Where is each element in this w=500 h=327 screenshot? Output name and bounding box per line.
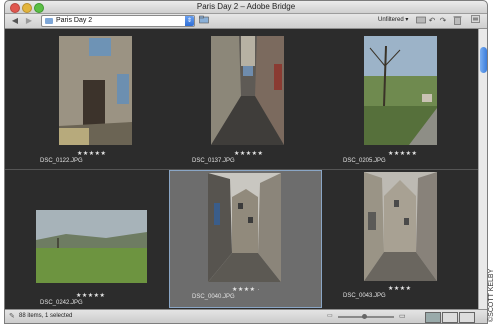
grid-view-icon[interactable] [425,312,441,323]
folder-recent-icon [199,15,209,24]
thumbnail-image [364,172,437,281]
thumbnail-image [364,36,437,145]
scrollbar-thumb[interactable] [480,47,487,73]
window-title: Paris Day 2 – Adobe Bridge [196,2,296,11]
details-view-icon[interactable] [442,312,458,323]
thumbnail-filename: DSC_0137.JPG [192,158,235,164]
right-arrow-icon: ▶ [25,16,33,25]
thumbnail-image [36,210,147,283]
thumbnail-cell[interactable]: ★★★★★ DSC_0137.JPG [167,29,317,167]
thumbnail-cell[interactable]: ★★★★ DSC_0043.JPG [322,170,472,308]
rating-stars[interactable]: ★★★★ · [232,286,260,293]
rotate-right-icon: ↷ [439,16,447,25]
thumbnail-cell[interactable]: ★★★★★ DSC_0122.JPG [10,29,160,167]
vertical-scrollbar[interactable] [478,29,487,309]
filter-label: Unfiltered [378,17,404,23]
rating-stars[interactable]: ★★★★★ [234,150,263,157]
thumbnail-cell[interactable]: ★★★★★ DSC_0205.JPG [322,29,472,167]
title-bar: Paris Day 2 – Adobe Bridge [5,1,487,14]
zoom-out-icon[interactable]: ▭ [327,312,333,319]
rating-stars[interactable]: ★★★★★ [76,292,105,299]
status-bar: ✎ 88 items, 1 selected ▭ ▭ [5,309,487,323]
thumbnail-size-slider[interactable] [338,314,394,319]
thumbnail-filename: DSC_0242.JPG [40,300,83,306]
thumbnail-filename: DSC_0040.JPG [192,294,235,300]
thumbnail-image [211,36,284,145]
folder-path-menu[interactable]: Paris Day 2 ⇕ [41,15,195,27]
compact-mode-button[interactable] [470,15,482,26]
rating-stars[interactable]: ★★★★★ [77,150,106,157]
slider-knob[interactable] [362,314,367,319]
thumbnail-image [208,173,281,282]
forward-button[interactable]: ▶ [23,15,35,26]
back-button[interactable]: ◀ [9,15,21,26]
filter-chevron-icon: ▾ [405,17,409,23]
new-folder-icon [416,16,426,24]
recent-folders-button[interactable] [198,15,210,26]
zoom-in-icon[interactable]: ▭ [399,312,406,320]
toolbar: ◀ ▶ Paris Day 2 ⇕ Unfiltered ▾ ↶ ↷ [5,14,487,29]
rotate-left-icon: ↶ [428,16,436,25]
left-arrow-icon: ◀ [11,16,19,25]
dropdown-arrows-icon[interactable]: ⇕ [185,16,194,26]
photo-credit: ©SCOTT KELBY [488,268,495,322]
info-icon[interactable]: ✎ [9,312,15,320]
thumbnail-filename: DSC_0043.JPG [343,293,386,299]
rating-stars[interactable]: ★★★★★ [388,150,417,157]
thumbnail-filename: DSC_0122.JPG [40,158,83,164]
compact-mode-icon [471,15,480,23]
thumbnail-cell-selected[interactable]: ★★★★ · DSC_0040.JPG [169,170,322,308]
thumbnail-filename: DSC_0205.JPG [343,158,386,164]
rotate-right-button[interactable]: ↷ [437,15,449,26]
item-count: 88 items, 1 selected [19,313,73,319]
delete-button[interactable] [451,15,463,26]
folder-icon [45,18,53,24]
trash-icon [453,16,461,25]
thumbnail-cell[interactable]: ★★★★★ DSC_0242.JPG [10,170,160,308]
rating-stars[interactable]: ★★★★ [388,285,412,292]
list-view-icon[interactable] [459,312,475,323]
bridge-window: Paris Day 2 – Adobe Bridge ◀ ▶ Paris Day… [4,0,488,324]
folder-path-value: Paris Day 2 [56,17,93,24]
filter-menu[interactable]: Unfiltered ▾ [378,16,408,23]
thumbnail-image [59,36,132,145]
content-grid: ★★★★★ DSC_0122.JPG ★★★★★ DSC_0137.JPG ★★… [5,29,478,309]
